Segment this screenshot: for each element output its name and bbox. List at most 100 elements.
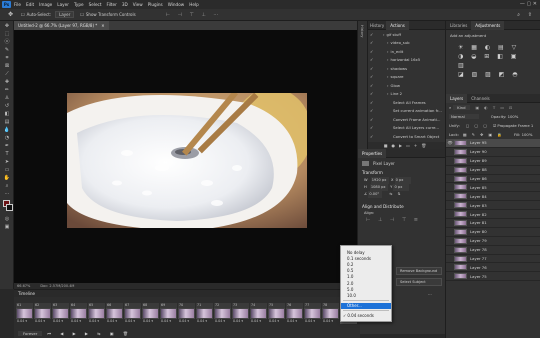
delay-option-current[interactable]: ✓ 0.04 seconds: [341, 313, 391, 319]
animation-frame[interactable]: 74 0.04 ▾: [250, 303, 267, 326]
opacity-field[interactable]: Opacity: 100%: [491, 114, 519, 119]
layer-row[interactable]: Layer 85: [446, 183, 540, 193]
menu-plugins[interactable]: Plugins: [148, 2, 163, 7]
tab-history[interactable]: History: [368, 21, 386, 30]
frame-delay-dropdown[interactable]: 0.04 ▾: [304, 319, 321, 324]
quick-select-tool-icon[interactable]: ✎: [2, 46, 12, 53]
window-controls-icon[interactable]: — ▢ ✕: [520, 1, 537, 7]
frame-delay-dropdown[interactable]: 0.04 ▾: [34, 319, 51, 324]
propagate-checkbox[interactable]: ☑: [493, 123, 496, 128]
layer-row[interactable]: Layer 79: [446, 237, 540, 246]
marquee-tool-icon[interactable]: ⬚: [2, 30, 12, 37]
path-select-icon[interactable]: ➤: [2, 158, 12, 165]
layer-name[interactable]: Layer 76: [470, 265, 487, 270]
layer-name[interactable]: Layer 90: [470, 149, 487, 154]
fill-field[interactable]: Fill: 100%: [514, 132, 532, 137]
layer-row[interactable]: Layer 83: [446, 201, 540, 211]
delay-option[interactable]: 10.0: [341, 292, 391, 298]
delay-option-other[interactable]: Other...: [341, 302, 391, 309]
layer-name[interactable]: Layer 86: [470, 176, 487, 181]
hand-tool-icon[interactable]: ✋: [2, 174, 12, 181]
history-tab[interactable]: History: [360, 25, 364, 37]
align-buttons-icon[interactable]: ⊢ ⊣ ⊤ ⊥ ⋯: [166, 12, 222, 18]
animation-frame[interactable]: 72 0.04 ▾: [214, 303, 231, 326]
animation-frame[interactable]: 76 0.04 ▾: [286, 303, 303, 326]
frame-delay-dropdown[interactable]: 0.04 ▾: [232, 319, 249, 324]
action-item[interactable]: ✓ Convert Frame Animati...: [368, 115, 445, 124]
flip-icons[interactable]: ⇆ ⇅: [390, 192, 403, 196]
animation-frame[interactable]: 77 0.04 ▾: [304, 303, 321, 326]
eraser-tool-icon[interactable]: ◧: [2, 110, 12, 117]
action-item[interactable]: ✓ Select All Layers curre...: [368, 124, 445, 133]
animation-frame[interactable]: 78 0.04 ▾: [322, 303, 339, 326]
frame-delay-dropdown[interactable]: 0.04 ▾: [52, 319, 69, 324]
layer-row[interactable]: Layer 81: [446, 219, 540, 228]
move-tool-icon[interactable]: ✥: [8, 11, 13, 18]
brush-tool-icon[interactable]: ✏: [2, 86, 12, 93]
frame-delay-dropdown[interactable]: 0.04 ▾: [16, 319, 33, 324]
expand-arrow-icon[interactable]: ›: [387, 91, 389, 96]
layer-name[interactable]: Layer 83: [470, 203, 487, 208]
animation-frame[interactable]: 70 0.04 ▾: [178, 303, 195, 326]
search-icon[interactable]: ⌕: [517, 12, 520, 18]
screen-mode-icon[interactable]: ▣: [2, 223, 12, 230]
document-image[interactable]: [67, 93, 307, 228]
layer-row[interactable]: Layer 82: [446, 210, 540, 220]
action-enabled-checkmark-icon[interactable]: ✓: [370, 57, 374, 62]
layer-name[interactable]: Layer 89: [470, 158, 487, 163]
expand-arrow-icon[interactable]: ›: [383, 32, 385, 37]
animation-frame[interactable]: 69 0.04 ▾: [160, 303, 177, 326]
new-action-icon[interactable]: +: [414, 143, 421, 148]
menu-help[interactable]: Help: [189, 2, 199, 7]
expand-arrow-icon[interactable]: ›: [387, 49, 389, 54]
background-color-swatch[interactable]: [6, 204, 13, 211]
stamp-tool-icon[interactable]: ♙: [2, 94, 12, 101]
history-brush-icon[interactable]: ↺: [2, 102, 12, 109]
action-item[interactable]: ✓ › shadows: [368, 64, 445, 73]
action-enabled-checkmark-icon[interactable]: ✓: [370, 117, 374, 122]
y-field[interactable]: 0 px: [393, 184, 410, 191]
animation-frame[interactable]: 64 0.04 ▾: [70, 303, 87, 326]
stop-icon[interactable]: ■: [384, 143, 392, 148]
layer-row[interactable]: 👁 Layer 95: [446, 139, 540, 148]
menu-window[interactable]: Window: [168, 2, 185, 7]
action-item[interactable]: ✓ › horizontal 16x5: [368, 56, 445, 65]
action-item[interactable]: ✓ › square: [368, 73, 445, 82]
loop-dropdown[interactable]: Forever: [18, 330, 43, 336]
action-enabled-checkmark-icon[interactable]: ✓: [370, 108, 374, 113]
layer-name[interactable]: Layer 79: [470, 238, 487, 243]
document-size[interactable]: Doc: 2.57M/200.4M: [40, 284, 74, 288]
action-item[interactable]: ✓ Set current animation fr...: [368, 107, 445, 116]
animation-frame[interactable]: 71 0.04 ▾: [196, 303, 213, 326]
action-enabled-checkmark-icon[interactable]: ✓: [370, 134, 374, 139]
frame-delay-dropdown[interactable]: 0.04 ▾: [160, 319, 177, 324]
layer-row[interactable]: Layer 75: [446, 272, 540, 282]
menu-type[interactable]: Type: [74, 2, 84, 7]
visibility-eye-icon[interactable]: 👁: [446, 140, 454, 145]
action-enabled-checkmark-icon[interactable]: ✓: [370, 74, 374, 79]
menu-layer[interactable]: Layer: [57, 2, 69, 7]
animation-frame[interactable]: 62 0.04 ▾: [34, 303, 51, 326]
action-item[interactable]: ✓ › video_sub: [368, 39, 445, 48]
blur-tool-icon[interactable]: 💧: [2, 126, 12, 133]
more-button[interactable]: ...: [428, 291, 432, 296]
action-item[interactable]: ✓ › Glow: [368, 81, 445, 90]
menu-edit[interactable]: Edit: [26, 2, 34, 7]
layer-row[interactable]: Layer 78: [446, 246, 540, 255]
trash-icon[interactable]: 🗑: [421, 143, 430, 148]
zoom-level[interactable]: 66.67%: [17, 284, 30, 288]
frame-delay-dropdown[interactable]: 0.04 ▾: [214, 319, 231, 324]
layer-name[interactable]: Layer 88: [470, 167, 487, 172]
blend-mode-dropdown[interactable]: Normal: [449, 114, 479, 119]
close-icon[interactable]: ✕: [101, 23, 104, 28]
width-field[interactable]: 1920 px: [370, 177, 389, 184]
layer-name[interactable]: Layer 95: [470, 140, 487, 145]
action-item[interactable]: ✓ Convert to Smart Object: [368, 132, 445, 141]
playback-icons[interactable]: ⏮ ◀ ▶ ▶ ⇆ ▣ 🗑: [47, 331, 132, 336]
action-item[interactable]: ✓ Select All Frames: [368, 98, 445, 107]
tab-channels[interactable]: Channels: [467, 94, 494, 103]
frame-delay-dropdown[interactable]: 0.04 ▾: [70, 319, 87, 324]
frame-delay-dropdown[interactable]: 0.04 ▾: [106, 319, 123, 324]
action-item[interactable]: ✓ › in_edit: [368, 47, 445, 56]
lock-icons[interactable]: ▦ ✎ ✥ ▣ 🔒: [463, 132, 504, 137]
